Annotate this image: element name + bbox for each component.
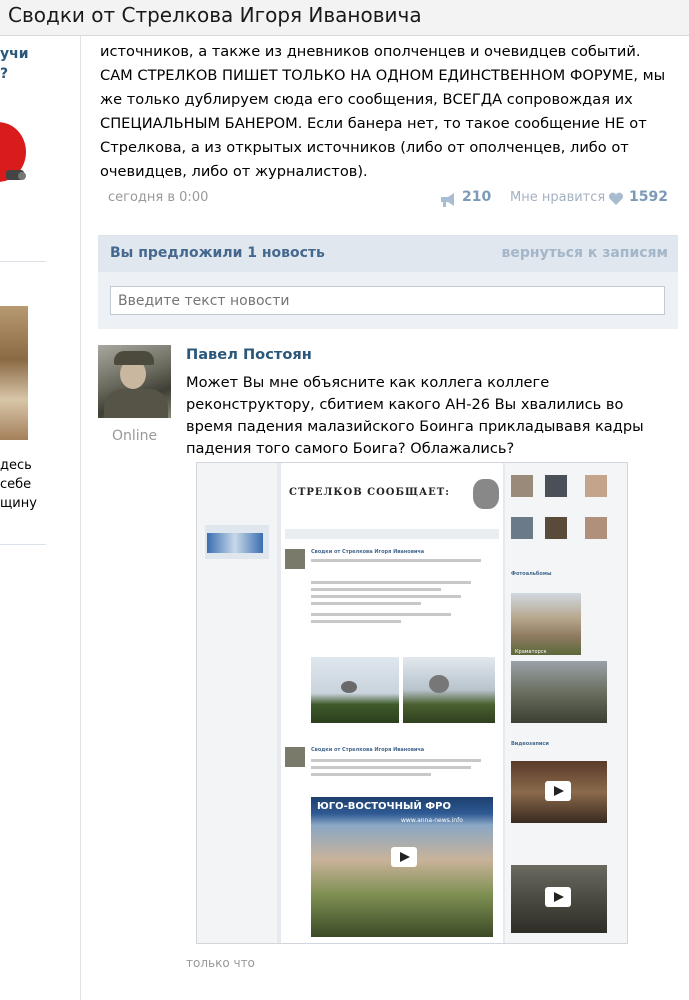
post-text: источников, а также из дневников ополчен…	[100, 43, 666, 180]
left-sidebar: учи ? десь себе щину	[0, 36, 48, 1000]
screenshot-banner: СТРЕЛКОВ СООБЩАЕТ:	[289, 487, 450, 498]
column-separator	[80, 36, 81, 1000]
screenshot-text-line	[311, 595, 461, 598]
sidebar-divider-2	[0, 544, 46, 545]
screenshot-video-banner: ЮГО-ВОСТОЧНЫЙ ФРО	[317, 801, 451, 812]
screenshot-video-url: www.anna-news.info	[401, 817, 463, 824]
post-date[interactable]: сегодня в 0:00	[108, 190, 208, 205]
avatar-cap-shape	[114, 351, 154, 365]
screenshot-text-line	[311, 766, 471, 769]
avatar[interactable]	[98, 345, 171, 418]
window-title: Сводки от Стрелкова Игоря Ивановича	[8, 3, 422, 27]
attached-screenshot[interactable]: Сводки от Стрелкова Игоря Ивановича Свод…	[196, 462, 628, 944]
screenshot-main-column: Сводки от Стрелкова Игоря Ивановича Свод…	[281, 463, 503, 943]
sidebar-text-line-2: себе	[0, 477, 32, 492]
suggest-news-panel: Вы предложили 1 новость вернуться к запи…	[98, 235, 678, 329]
screenshot-text-line	[311, 620, 401, 623]
screenshot-post2-avatar	[285, 747, 305, 767]
sidebar-ad-text: десь себе щину	[0, 456, 37, 513]
play-icon	[391, 847, 417, 867]
screenshot-text-line	[311, 581, 471, 584]
screenshot-friend-photo	[585, 517, 607, 539]
screenshot-friend-photo	[545, 475, 567, 497]
screenshot-post2-author: Сводки от Стрелкова Игоря Ивановича	[311, 747, 425, 753]
sidebar-link-line-1: учи	[0, 46, 29, 62]
screenshot-text-line	[311, 773, 431, 776]
sidebar-photo[interactable]	[0, 306, 28, 440]
screenshot-smoke-shape	[429, 675, 449, 693]
play-icon	[545, 887, 571, 907]
screenshot-smoke-shape	[341, 681, 357, 693]
post-meta: сегодня в 0:00 210 Мне нравится 1592	[108, 189, 676, 210]
screenshot-right-column: Фотоальбомы Краматорск Видеозаписи	[505, 463, 627, 943]
screenshot-post1-author: Сводки от Стрелкова Игоря Ивановича	[311, 549, 425, 555]
screenshot-album-photo	[511, 593, 581, 655]
like-label[interactable]: Мне нравится	[510, 190, 605, 205]
screenshot-album-photo	[511, 661, 607, 723]
sidebar-divider	[0, 261, 46, 262]
online-status: Online	[112, 428, 158, 444]
sidebar-text-line-3: щину	[0, 496, 37, 511]
screenshot-text-line	[311, 759, 481, 762]
sidebar-link-line-2: ?	[0, 66, 9, 82]
back-to-posts-link[interactable]: вернуться к записям	[502, 245, 668, 261]
suggest-news-title[interactable]: Вы предложили 1 новость	[110, 245, 325, 261]
share-icon[interactable]	[440, 192, 458, 207]
play-icon	[545, 781, 571, 801]
screenshot-portrait	[473, 479, 499, 509]
screenshot-tab-strip	[285, 529, 499, 539]
screenshot-photo-caption: Краматорск	[515, 649, 547, 655]
screenshot-friend-photo	[545, 517, 567, 539]
comment-text: Может Вы мне объясните как коллега колле…	[186, 374, 644, 457]
avatar-body-shape	[104, 389, 168, 418]
screenshot-text-line	[311, 588, 441, 591]
sidebar-ad-image[interactable]	[0, 104, 28, 184]
screenshot-post1-avatar	[285, 549, 305, 569]
window-title-bar: Сводки от Стрелкова Игоря Ивановича	[0, 0, 689, 36]
screenshot-left-column	[197, 463, 277, 943]
suggest-news-header: Вы предложили 1 новость вернуться к запи…	[98, 236, 678, 272]
like-count[interactable]: 1592	[629, 189, 668, 205]
news-text-input[interactable]	[110, 286, 665, 315]
screenshot-ad-image	[207, 533, 263, 553]
screenshot-videos-label: Видеозаписи	[511, 741, 549, 747]
share-count[interactable]: 210	[462, 189, 491, 205]
screenshot-friend-photo	[511, 475, 533, 497]
screenshot-friend-photo	[511, 517, 533, 539]
screenshot-photos-label: Фотоальбомы	[511, 571, 552, 577]
screenshot-text-line	[311, 613, 451, 616]
screenshot-friend-photo	[585, 475, 607, 497]
screenshot-text-line	[311, 559, 481, 562]
screenshot-text-line	[311, 602, 421, 605]
comment-time[interactable]: только что	[186, 956, 255, 970]
sidebar-text-line-1: десь	[0, 458, 32, 473]
sidebar-link[interactable]: учи ?	[0, 44, 30, 84]
author-name[interactable]: Павел Постоян	[186, 346, 312, 363]
heart-icon[interactable]	[608, 192, 624, 206]
screenshot-photo-2	[403, 657, 495, 723]
